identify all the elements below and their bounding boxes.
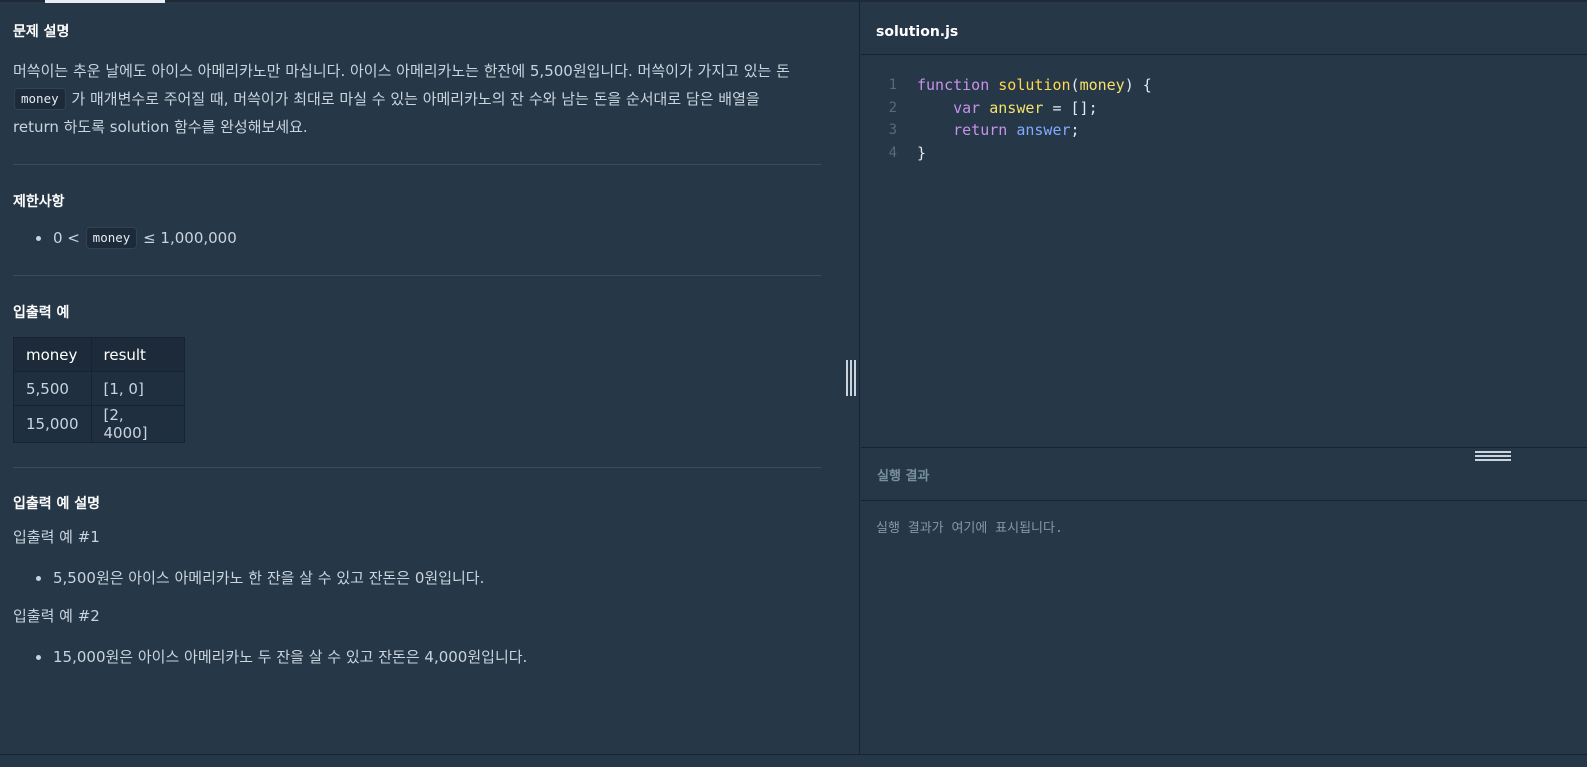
problem-title: 문제 설명 bbox=[13, 24, 70, 40]
io-cell-result: [1, 0] bbox=[90, 371, 185, 406]
io-cell-money: 5,500 bbox=[13, 371, 92, 406]
line-number: 3 bbox=[888, 122, 897, 138]
code-editor[interactable]: 1 function solution(money) { 2 var answe… bbox=[861, 55, 1587, 447]
list-item: 15,000원은 아이스 아메리카노 두 잔을 살 수 있고 잔돈은 4,000… bbox=[13, 644, 821, 670]
line-number: 4 bbox=[888, 144, 897, 161]
problem-code-money: money bbox=[14, 88, 66, 110]
code-line-4[interactable]: 4 } bbox=[861, 142, 1587, 165]
code-line-2[interactable]: 2 var answer = []; bbox=[861, 97, 1587, 120]
code-line-3[interactable]: 3 return answer; bbox=[861, 119, 1587, 142]
function-name: solution bbox=[998, 76, 1071, 94]
result-output: 실행 결과가 여기에 표시됩니다. bbox=[861, 501, 1587, 754]
result-placeholder: 실행 결과가 여기에 표시됩니다. bbox=[876, 521, 1063, 536]
constraint-code-money: money bbox=[85, 227, 138, 249]
example2-list: 15,000원은 아이스 아메리카노 두 잔을 살 수 있고 잔돈은 4,000… bbox=[13, 644, 821, 670]
assignment: = []; bbox=[1043, 98, 1098, 117]
io-header-money: money bbox=[13, 337, 92, 372]
problem-section: 문제 설명 머쓱이는 추운 날에도 아이스 아메리카노만 마십니다. 아이스 아… bbox=[13, 2, 821, 141]
keyword-var: var bbox=[953, 98, 981, 117]
problem-description-panel: 문제 설명 머쓱이는 추운 날에도 아이스 아메리카노만 마십니다. 아이스 아… bbox=[0, 2, 860, 754]
io-cell-result: [2, 4000] bbox=[90, 405, 185, 443]
result-title: 실행 결과 bbox=[877, 469, 930, 484]
closing-brace: } bbox=[917, 143, 927, 162]
problem-text-1: 머쓱이는 추운 날에도 아이스 아메리카노만 마십니다. 아이스 아메리카노는 … bbox=[13, 62, 790, 80]
io-table: money result 5,500 [1, 0] 15,000 [2, 400… bbox=[13, 337, 185, 443]
io-header-result: result bbox=[90, 337, 185, 372]
table-row: 5,500 [1, 0] bbox=[13, 371, 185, 406]
io-explain-title: 입출력 예 설명 bbox=[13, 496, 101, 512]
editor-filename: solution.js bbox=[876, 24, 959, 40]
line-number: 1 bbox=[888, 77, 897, 93]
keyword-function: function bbox=[917, 76, 990, 94]
io-section: 입출력 예 money result 5,500 [1, 0] 15,000 [… bbox=[13, 276, 821, 443]
io-explain-section: 입출력 예 설명 입출력 예 #1 5,500원은 아이스 아메리카노 한 잔을… bbox=[13, 468, 821, 670]
param-money: money bbox=[1079, 76, 1125, 94]
io-cell-money: 15,000 bbox=[13, 405, 92, 443]
io-title: 입출력 예 bbox=[13, 305, 70, 321]
line-number: 2 bbox=[888, 99, 897, 116]
problem-text: 머쓱이는 추운 날에도 아이스 아메리카노만 마십니다. 아이스 아메리카노는 … bbox=[13, 57, 821, 141]
identifier-answer: answer bbox=[1016, 121, 1071, 139]
example1-title: 입출력 예 #1 bbox=[13, 528, 100, 546]
vertical-resize-handle[interactable] bbox=[846, 360, 856, 396]
variable-answer: answer bbox=[989, 98, 1044, 117]
code-line-1[interactable]: 1 function solution(money) { bbox=[861, 74, 1587, 97]
table-row: 15,000 [2, 4000] bbox=[13, 405, 185, 443]
semicolon: ; bbox=[1070, 121, 1080, 139]
problem-text-3: return 하도록 solution 함수를 완성해보세요. bbox=[13, 118, 308, 136]
keyword-return: return bbox=[953, 121, 1008, 139]
horizontal-resize-handle[interactable] bbox=[1475, 451, 1511, 461]
editor-file-tab[interactable]: solution.js bbox=[861, 2, 1587, 55]
constraints-title: 제한사항 bbox=[13, 194, 65, 210]
problem-text-2: 가 매개변수로 주어질 때, 머쓱이가 최대로 마실 수 있는 아메리카노의 잔… bbox=[71, 90, 760, 108]
paren-close: ) { bbox=[1124, 76, 1152, 94]
constraint-suffix: ≤ 1,000,000 bbox=[143, 229, 237, 247]
constraint-item: 0 < money ≤ 1,000,000 bbox=[13, 225, 821, 251]
constraints-list: 0 < money ≤ 1,000,000 bbox=[13, 225, 821, 251]
io-table-header-row: money result bbox=[13, 337, 185, 372]
example2-title: 입출력 예 #2 bbox=[13, 607, 100, 625]
example1-list: 5,500원은 아이스 아메리카노 한 잔을 살 수 있고 잔돈은 0원입니다. bbox=[13, 565, 821, 591]
list-item: 5,500원은 아이스 아메리카노 한 잔을 살 수 있고 잔돈은 0원입니다. bbox=[13, 565, 821, 591]
bottom-bar bbox=[0, 754, 1587, 767]
paren-open: ( bbox=[1070, 76, 1080, 94]
constraint-prefix: 0 < bbox=[53, 229, 80, 247]
constraints-section: 제한사항 0 < money ≤ 1,000,000 bbox=[13, 165, 821, 251]
